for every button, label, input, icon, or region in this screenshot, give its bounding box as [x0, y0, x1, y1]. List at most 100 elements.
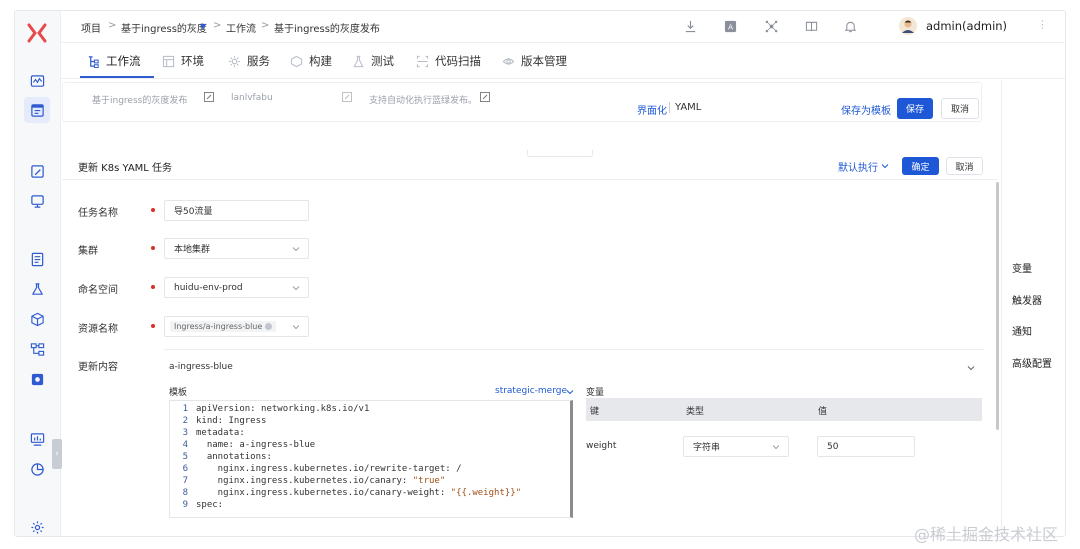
- chevron-down-icon: [292, 247, 300, 252]
- tab-test[interactable]: 测试: [351, 53, 394, 69]
- package-icon[interactable]: [27, 309, 47, 329]
- avatar[interactable]: [899, 17, 917, 35]
- breadcrumb-separator: >: [261, 20, 270, 31]
- resource-tag-label: Ingress/a-ingress-blue: [174, 322, 263, 331]
- code-line: 8 nginx.ingress.kubernetes.io/canary-wei…: [182, 488, 522, 498]
- app-logo[interactable]: [25, 21, 49, 45]
- update-item-title[interactable]: a-ingress-blue: [169, 362, 233, 372]
- save-as-template-link[interactable]: 保存为模板: [841, 102, 891, 117]
- network-icon[interactable]: [764, 19, 778, 33]
- edit-icon[interactable]: [342, 92, 352, 102]
- yaml-editor[interactable]: 1 apiVersion: networking.k8s.io/v1 2 kind:…: [169, 400, 573, 518]
- variable-type-select[interactable]: 字符串: [683, 436, 789, 457]
- report-icon[interactable]: [27, 249, 47, 269]
- column-value: 值: [818, 407, 828, 417]
- gear-icon[interactable]: [27, 517, 47, 536]
- variables-label: 变量: [586, 388, 605, 398]
- flask-icon[interactable]: [27, 279, 47, 299]
- tab-code-scan[interactable]: 代码扫描: [415, 53, 481, 69]
- edit-icon[interactable]: [480, 92, 490, 102]
- dashboard-icon[interactable]: [27, 429, 47, 449]
- confirm-button[interactable]: 确定: [902, 157, 939, 175]
- variable-value: 50: [827, 441, 839, 452]
- module-tabs: 工作流 环境 服务 构建 测试 代码扫描 版本管理: [61, 43, 1065, 79]
- download-icon[interactable]: [683, 19, 697, 33]
- strategy-dropdown[interactable]: strategic-merge: [495, 386, 567, 396]
- variable-key: weight: [586, 441, 617, 451]
- translate-icon[interactable]: A: [723, 19, 737, 33]
- breadcrumb-separator: >: [213, 20, 222, 31]
- side-menu-notifications[interactable]: 通知: [1012, 323, 1032, 338]
- resource-tag[interactable]: Ingress/a-ingress-blue: [170, 321, 277, 332]
- watermark: @稀土掘金技术社区: [914, 525, 1059, 544]
- monitor-icon[interactable]: [27, 71, 47, 91]
- tab-workflow[interactable]: 工作流: [86, 53, 141, 69]
- chevron-down-icon[interactable]: [566, 388, 574, 396]
- docs-icon[interactable]: [804, 19, 818, 33]
- side-menu-variables[interactable]: 变量: [1012, 260, 1032, 275]
- code-line: 6 nginx.ingress.kubernetes.io/rewrite-ta…: [182, 464, 462, 474]
- task-panel-title: 更新 K8s YAML 任务: [78, 163, 173, 174]
- code-line: 5 annotations:: [182, 452, 272, 462]
- pie-chart-icon[interactable]: [27, 459, 47, 479]
- breadcrumb-workflow[interactable]: 工作流: [226, 20, 256, 35]
- cancel-button[interactable]: 取消: [946, 157, 983, 175]
- tab-service[interactable]: 服务: [227, 53, 270, 69]
- breadcrumb-workflow-name: 基于ingress的灰度发布: [274, 24, 380, 35]
- edit-icon[interactable]: [204, 92, 214, 102]
- update-content-label: 更新内容: [78, 362, 118, 373]
- settings-box-icon[interactable]: [27, 369, 47, 389]
- namespace-label: 命名空间: [78, 285, 118, 296]
- sidebar-collapse-handle[interactable]: ›: [52, 439, 62, 469]
- deploy-icon[interactable]: [27, 191, 47, 211]
- task-name-input[interactable]: 导50流量: [164, 200, 309, 221]
- required-marker: [151, 324, 155, 328]
- project-icon[interactable]: [24, 97, 50, 123]
- mode-yaml-toggle[interactable]: YAML: [675, 102, 701, 113]
- variable-value-input[interactable]: 50: [817, 436, 915, 457]
- breadcrumb-project-name[interactable]: 基于ingress的灰度: [121, 20, 207, 35]
- svg-text:A: A: [727, 22, 732, 31]
- breadcrumb-project[interactable]: 项目: [81, 20, 101, 35]
- mode-divider: [669, 102, 670, 113]
- save-button[interactable]: 保存: [897, 98, 933, 119]
- panel-scrollbar[interactable]: [996, 182, 999, 430]
- user-name[interactable]: admin(admin): [926, 19, 1007, 33]
- caret-down-icon[interactable]: ▼: [200, 22, 206, 31]
- chevron-down-icon[interactable]: [881, 162, 889, 170]
- column-key: 键: [590, 407, 600, 417]
- chevron-down-icon[interactable]: [967, 364, 975, 372]
- tab-label: 环境: [181, 54, 204, 68]
- edit-doc-icon[interactable]: [27, 161, 47, 181]
- version-icon: [501, 54, 515, 68]
- cluster-label: 集群: [78, 246, 98, 257]
- side-menu-triggers[interactable]: 触发器: [1012, 292, 1042, 307]
- default-exec-dropdown[interactable]: 默认执行: [838, 159, 878, 174]
- namespace-select[interactable]: huidu-env-prod: [164, 277, 309, 298]
- cancel-button[interactable]: 取消: [941, 98, 979, 119]
- tab-version[interactable]: 版本管理: [501, 53, 567, 69]
- mode-ui-toggle[interactable]: 界面化: [637, 102, 667, 117]
- code-line: 2 kind: Ingress: [182, 416, 267, 426]
- pipeline-icon[interactable]: [27, 339, 47, 359]
- resource-select[interactable]: Ingress/a-ingress-blue: [164, 316, 309, 337]
- column-type: 类型: [686, 407, 705, 417]
- more-vertical-icon[interactable]: ⋮: [1037, 18, 1048, 31]
- code-scan-icon: [415, 54, 429, 68]
- tag-remove-icon[interactable]: [265, 323, 273, 330]
- tab-environment[interactable]: 环境: [161, 53, 204, 69]
- cluster-value: 本地集群: [174, 245, 211, 255]
- tab-label: 代码扫描: [435, 54, 481, 68]
- resource-label: 资源名称: [78, 324, 118, 335]
- tab-label: 服务: [247, 54, 270, 68]
- service-icon: [227, 54, 241, 68]
- chevron-down-icon: [292, 325, 300, 330]
- chevron-down-icon: [772, 445, 780, 450]
- breadcrumb-separator: >: [108, 20, 117, 31]
- bell-icon[interactable]: [843, 19, 857, 33]
- code-line: 9 spec:: [182, 500, 224, 510]
- cluster-select[interactable]: 本地集群: [164, 238, 309, 259]
- side-menu-advanced[interactable]: 高级配置: [1012, 355, 1052, 370]
- tab-build[interactable]: 构建: [289, 53, 332, 69]
- required-marker: [151, 246, 155, 250]
